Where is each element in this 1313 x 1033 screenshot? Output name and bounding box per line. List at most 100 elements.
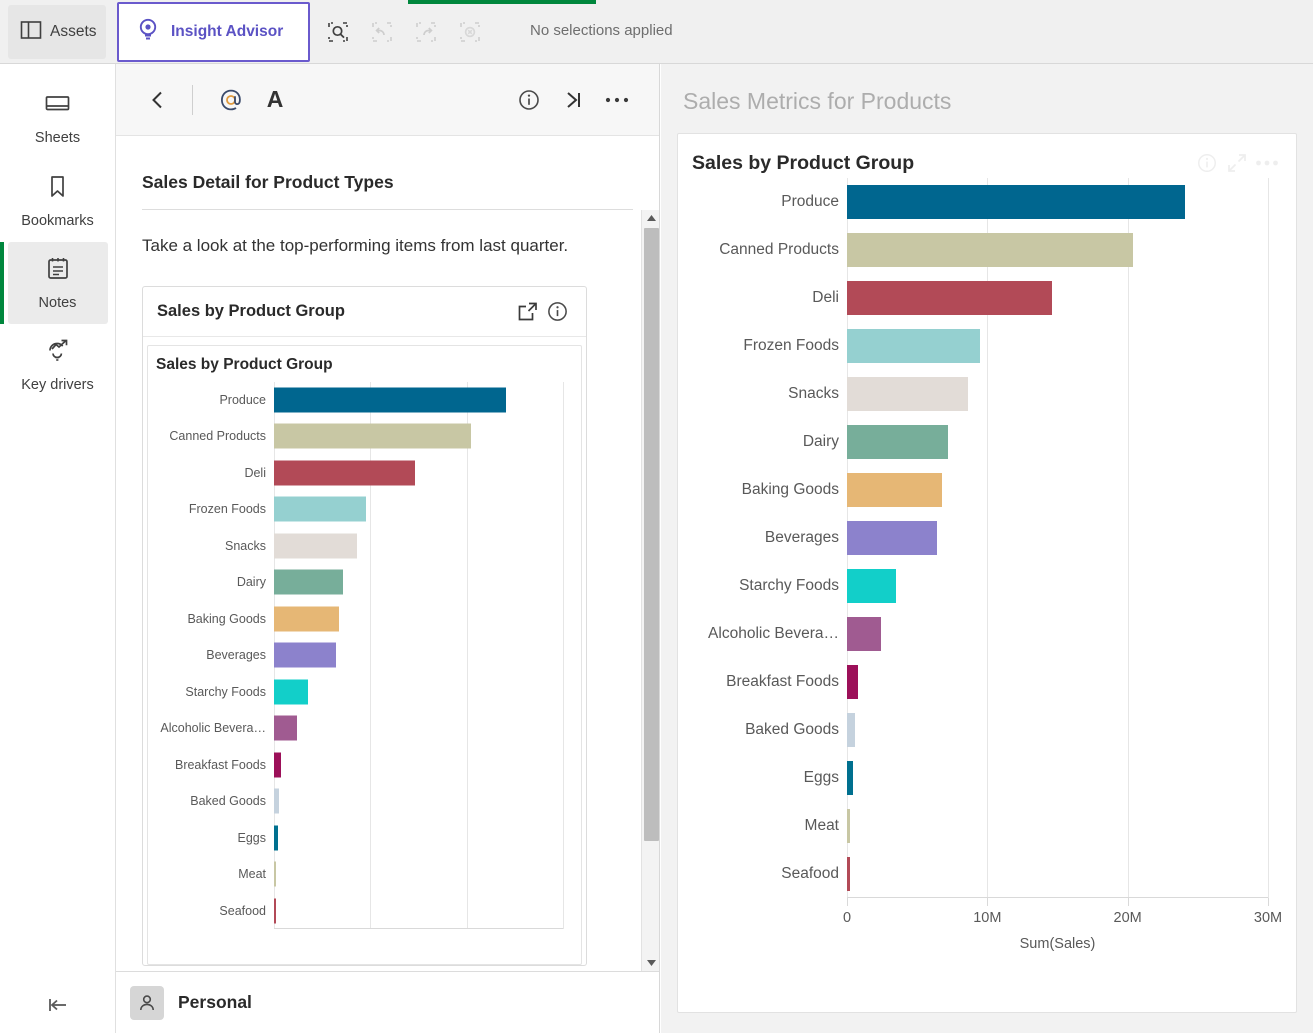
bar-segment[interactable]: [847, 713, 855, 747]
bar-chart-large[interactable]: Produce Canned Products Deli Frozen Foods Sn…: [692, 178, 1282, 952]
bar-segment[interactable]: [847, 473, 942, 507]
bar-category-label: Dairy: [236, 575, 266, 590]
bar-segment[interactable]: [274, 825, 279, 851]
selection-redo-button[interactable]: [410, 16, 442, 48]
bar-category-label: Dairy: [802, 433, 839, 450]
bar-segment[interactable]: [847, 329, 981, 363]
bar-segment[interactable]: [274, 387, 507, 413]
embedded-chart-card[interactable]: Sales by Product Group Sales by Product …: [142, 285, 587, 966]
bar-chart-row[interactable]: Baking Goods: [742, 466, 1268, 514]
sidebar-item-notes[interactable]: Notes: [0, 242, 108, 324]
collapse-sidebar-button[interactable]: [0, 995, 116, 1015]
bar-chart-row[interactable]: Eggs: [238, 820, 563, 857]
bar-segment[interactable]: [847, 521, 937, 555]
bar-segment[interactable]: [274, 642, 336, 668]
bar-segment[interactable]: [274, 606, 340, 632]
bar-segment[interactable]: [274, 715, 298, 741]
bar-chart-row[interactable]: Canned Products: [719, 226, 1268, 274]
chart-card-header: Sales by Product Group: [692, 148, 1282, 178]
bar-segment[interactable]: [274, 533, 357, 559]
bar-chart-row[interactable]: Breakfast Foods: [175, 747, 563, 784]
bar-segment[interactable]: [847, 857, 850, 891]
selection-search-button[interactable]: [322, 16, 354, 48]
bar-segment[interactable]: [847, 617, 881, 651]
bar-chart-row[interactable]: Snacks: [788, 370, 1268, 418]
selection-undo-button[interactable]: [366, 16, 398, 48]
bar-segment[interactable]: [847, 569, 897, 603]
bar-segment[interactable]: [847, 425, 949, 459]
bar-chart-row[interactable]: Frozen Foods: [743, 322, 1268, 370]
bar-chart-row[interactable]: Starchy Foods: [185, 674, 563, 711]
fullscreen-icon[interactable]: [1222, 148, 1252, 178]
insight-advisor-tab[interactable]: Insight Advisor: [117, 2, 310, 62]
clear-selections-button[interactable]: [454, 16, 486, 48]
bar-segment[interactable]: [274, 496, 366, 522]
bar-chart-row[interactable]: Produce: [219, 382, 563, 419]
bar-track: [847, 466, 1268, 514]
notes-scrollbar[interactable]: [641, 210, 659, 971]
bar-segment[interactable]: [847, 185, 1186, 219]
bar-category-label: Seafood: [781, 865, 839, 882]
bar-chart-row[interactable]: Breakfast Foods: [726, 658, 1268, 706]
top-toolbar: Assets Insight Advisor No selections app…: [0, 0, 1313, 64]
share-icon[interactable]: [512, 296, 542, 326]
more-options-icon[interactable]: [1252, 148, 1282, 178]
bar-chart-row[interactable]: Seafood: [781, 850, 1268, 898]
info-icon[interactable]: [509, 80, 549, 120]
bar-segment[interactable]: [274, 679, 308, 705]
bar-chart-row[interactable]: Baked Goods: [745, 706, 1268, 754]
scroll-up-arrow-icon[interactable]: [642, 210, 659, 226]
bar-chart-row[interactable]: Deli: [244, 455, 563, 492]
more-options-icon[interactable]: [597, 80, 637, 120]
bar-chart-row[interactable]: Beverages: [765, 514, 1268, 562]
bar-chart-row[interactable]: Dairy: [237, 564, 563, 601]
bar-chart-row[interactable]: Dairy: [803, 418, 1268, 466]
bar-segment[interactable]: [847, 281, 1052, 315]
info-icon[interactable]: [542, 296, 572, 326]
bar-chart-row[interactable]: Eggs: [804, 754, 1268, 802]
embedded-bar-chart[interactable]: Sales by Product Group Produce Canned Pro…: [147, 344, 582, 965]
bar-segment[interactable]: [847, 233, 1134, 267]
chart-card[interactable]: Sales by Product Group Produce Canned Pr…: [677, 133, 1297, 1013]
bar-chart-row[interactable]: Canned Products: [169, 418, 563, 455]
bar-segment[interactable]: [274, 788, 280, 814]
bar-segment[interactable]: [274, 752, 282, 778]
bar-chart-row[interactable]: Alcoholic Bevera…: [708, 610, 1268, 658]
bar-chart-row[interactable]: Baking Goods: [187, 601, 563, 638]
bar-track: [274, 893, 563, 930]
text-format-icon[interactable]: A: [255, 80, 295, 120]
bar-segment[interactable]: [847, 377, 968, 411]
bar-segment[interactable]: [274, 898, 276, 924]
bar-chart-row[interactable]: Meat: [805, 802, 1268, 850]
bar-segment[interactable]: [847, 761, 853, 795]
bar-chart-row[interactable]: Alcoholic Bevera…: [160, 710, 563, 747]
bar-chart-row[interactable]: Baked Goods: [190, 783, 563, 820]
scroll-down-arrow-icon[interactable]: [642, 955, 659, 971]
bar-chart-row[interactable]: Deli: [812, 274, 1268, 322]
assets-button[interactable]: Assets: [8, 5, 106, 59]
sidebar-item-sheets[interactable]: Sheets: [8, 78, 108, 160]
bar-segment[interactable]: [847, 809, 850, 843]
bar-chart-row[interactable]: Seafood: [219, 893, 563, 930]
bar-chart-row[interactable]: Snacks: [225, 528, 563, 565]
bar-chart-row[interactable]: Produce: [781, 178, 1268, 226]
bar-segment[interactable]: [274, 423, 471, 449]
bar-track: [847, 322, 1268, 370]
bar-chart-row[interactable]: Frozen Foods: [189, 491, 563, 528]
mention-icon[interactable]: [211, 80, 251, 120]
bar-segment[interactable]: [274, 569, 344, 595]
sidebar-item-bookmarks[interactable]: Bookmarks: [8, 160, 108, 242]
bar-chart-row[interactable]: Beverages: [206, 637, 563, 674]
bar-chart-small[interactable]: Produce Canned Products Deli Frozen Foods Sn…: [156, 381, 573, 930]
bar-segment[interactable]: [274, 861, 276, 887]
bar-segment[interactable]: [274, 460, 415, 486]
collapse-right-icon[interactable]: [553, 80, 593, 120]
scrollbar-thumb[interactable]: [644, 228, 659, 841]
bar-chart-row[interactable]: Starchy Foods: [739, 562, 1268, 610]
info-icon[interactable]: [1192, 148, 1222, 178]
bar-track: [274, 783, 563, 820]
bar-segment[interactable]: [847, 665, 858, 699]
sidebar-item-key-drivers[interactable]: Key drivers: [8, 324, 108, 406]
back-chevron-icon[interactable]: [138, 80, 178, 120]
bar-chart-row[interactable]: Meat: [238, 856, 563, 893]
